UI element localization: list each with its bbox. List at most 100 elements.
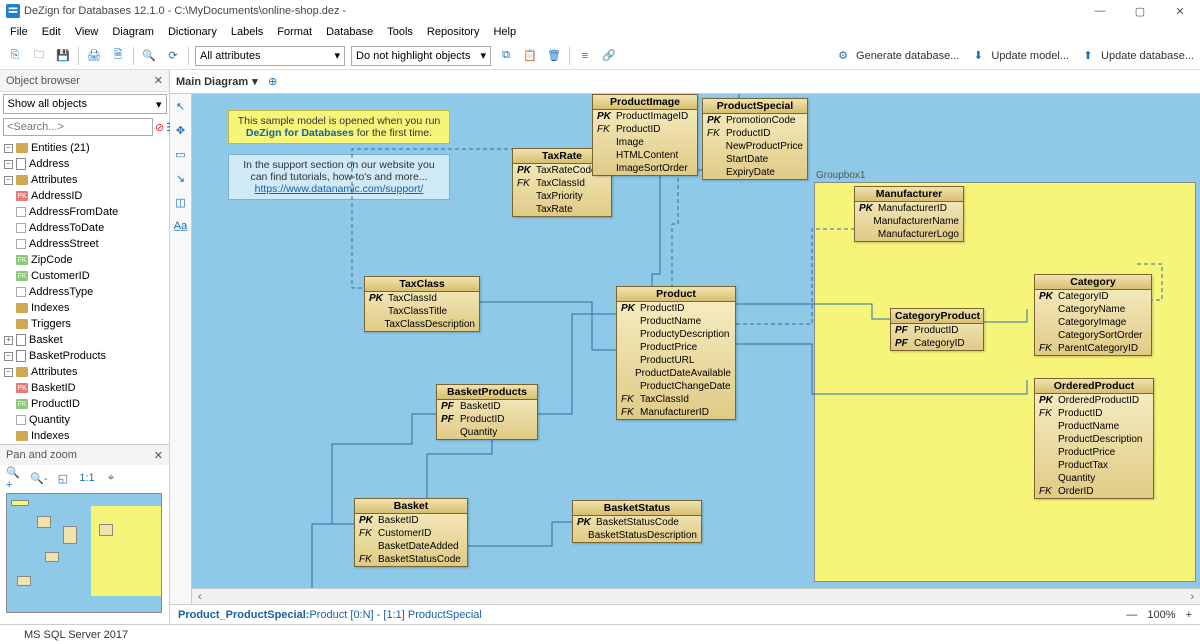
menu-edit[interactable]: Edit: [36, 24, 67, 40]
text-tool-icon[interactable]: A̲a̲: [173, 218, 189, 234]
update-model-button[interactable]: ⬇Update model...: [969, 47, 1069, 65]
maximize-button[interactable]: ▢: [1120, 0, 1160, 22]
chevron-down-icon: ▾: [334, 49, 340, 62]
search-icon[interactable]: 🔍: [140, 47, 158, 65]
tree-node[interactable]: −Entities (21): [0, 140, 169, 156]
tree-node[interactable]: Indexes: [0, 300, 169, 316]
attributes-combo[interactable]: All attributes▾: [195, 46, 345, 66]
scroll-left-icon[interactable]: ‹: [192, 591, 208, 603]
menu-diagram[interactable]: Diagram: [106, 24, 160, 40]
support-link[interactable]: https://www.datanamic.com/support/: [255, 183, 424, 195]
move-icon[interactable]: ✥: [173, 122, 189, 138]
tree-node[interactable]: FKCustomerID: [0, 268, 169, 284]
menu-help[interactable]: Help: [487, 24, 522, 40]
menu-view[interactable]: View: [69, 24, 105, 40]
tree-node[interactable]: PKBasketID: [0, 380, 169, 396]
tree-node[interactable]: PKAddressID: [0, 188, 169, 204]
menu-file[interactable]: File: [4, 24, 34, 40]
pointer-icon[interactable]: ↖: [173, 98, 189, 114]
add-tab-icon[interactable]: ⊕: [264, 73, 282, 91]
save-icon[interactable]: 💾: [54, 47, 72, 65]
zoom-100-icon[interactable]: 1:1: [78, 469, 96, 487]
menu-format[interactable]: Format: [271, 24, 318, 40]
tree-node[interactable]: −Attributes: [0, 172, 169, 188]
tree-node[interactable]: Quantity: [0, 412, 169, 428]
scroll-right-icon[interactable]: ›: [1184, 591, 1200, 603]
footer: MS SQL Server 2017: [0, 624, 1200, 644]
entity-taxclass[interactable]: TaxClassPKTaxClassId.TaxClassTitle.TaxCl…: [364, 276, 480, 332]
paste-icon[interactable]: 📋: [521, 47, 539, 65]
tree-node[interactable]: +Basket: [0, 332, 169, 348]
note-support[interactable]: In the support section on our website yo…: [228, 154, 450, 200]
tab-main-diagram[interactable]: Main Diagram▾: [176, 75, 258, 88]
print-icon[interactable]: 🖨: [85, 47, 103, 65]
entity-product[interactable]: ProductPKProductID.ProductName.ProductyD…: [616, 286, 736, 420]
tree-node[interactable]: AddressToDate: [0, 220, 169, 236]
entity-basketstatus[interactable]: BasketStatusPKBasketStatusCode.BasketSta…: [572, 500, 702, 543]
tree-node[interactable]: −Address: [0, 156, 169, 172]
link-icon[interactable]: 🔗: [600, 47, 618, 65]
note-sample[interactable]: This sample model is opened when you run…: [228, 110, 450, 144]
update-database-button[interactable]: ⬆Update database...: [1079, 47, 1194, 65]
tree-node[interactable]: −BasketProducts: [0, 348, 169, 364]
show-objects-combo[interactable]: Show all objects▾: [3, 94, 167, 114]
align-icon[interactable]: ≡: [576, 47, 594, 65]
diagram-canvas[interactable]: Groupbox1 This sample model is opened wh…: [192, 94, 1200, 582]
zoom-in-button[interactable]: +: [1186, 609, 1192, 621]
object-browser-header: Object browser ✕: [0, 70, 169, 92]
entity-categoryproduct[interactable]: CategoryProductPFProductIDPFCategoryID: [890, 308, 984, 351]
tree-node[interactable]: FKProductID: [0, 396, 169, 412]
zoom-in-icon[interactable]: 🔍+: [6, 469, 24, 487]
new-icon[interactable]: ⎘: [6, 47, 24, 65]
tree-node[interactable]: AddressType: [0, 284, 169, 300]
app-icon: [6, 4, 20, 18]
clear-search-icon[interactable]: ⊘: [155, 118, 164, 136]
copy-icon[interactable]: ⧉: [497, 47, 515, 65]
zoom-fit-icon[interactable]: ◱: [54, 469, 72, 487]
entity-category[interactable]: CategoryPKCategoryID.CategoryName.Catego…: [1034, 274, 1152, 356]
menu-database[interactable]: Database: [320, 24, 379, 40]
entity-tool-icon[interactable]: ▭: [173, 146, 189, 162]
menu-tools[interactable]: Tools: [381, 24, 419, 40]
delete-icon[interactable]: 🗑: [545, 47, 563, 65]
open-icon[interactable]: 🗀: [30, 47, 48, 65]
object-tree[interactable]: −Entities (21)−Address−AttributesPKAddre…: [0, 138, 169, 444]
window-title: DeZign for Databases 12.1.0 - C:\MyDocum…: [24, 5, 346, 17]
tree-node[interactable]: AddressStreet: [0, 236, 169, 252]
refresh-icon[interactable]: ⟳: [164, 47, 182, 65]
close-panel-icon[interactable]: ✕: [154, 74, 163, 87]
highlight-combo[interactable]: Do not highlight objects▾: [351, 46, 491, 66]
close-button[interactable]: ✕: [1160, 0, 1200, 22]
zoom-out-icon[interactable]: 🔍-: [30, 469, 48, 487]
tree-node[interactable]: Indexes: [0, 428, 169, 444]
generate-database-button[interactable]: ⚙Generate database...: [834, 47, 959, 65]
tree-node[interactable]: −Attributes: [0, 364, 169, 380]
entity-basket[interactable]: BasketPKBasketIDFKCustomerID.BasketDateA…: [354, 498, 468, 567]
close-panel-icon[interactable]: ✕: [154, 449, 163, 462]
tree-node[interactable]: Triggers: [0, 316, 169, 332]
relation-tool-icon[interactable]: ↘: [173, 170, 189, 186]
zoom-select-icon[interactable]: ⌖: [102, 469, 120, 487]
menu-dictionary[interactable]: Dictionary: [162, 24, 223, 40]
entity-orderedproduct[interactable]: OrderedProductPKOrderedProductIDFKProduc…: [1034, 378, 1154, 499]
minimize-button[interactable]: —: [1080, 0, 1120, 22]
note-tool-icon[interactable]: ◫: [173, 194, 189, 210]
status-relationship-detail: Product [0:N] - [1:1] ProductSpecial: [309, 609, 481, 621]
tree-node[interactable]: FKZipCode: [0, 252, 169, 268]
gear-icon: ⚙: [834, 47, 852, 65]
menu-repository[interactable]: Repository: [421, 24, 486, 40]
entity-basketproducts[interactable]: BasketProductsPFBasketIDPFProductID.Quan…: [436, 384, 538, 440]
search-input[interactable]: [3, 118, 153, 136]
groupbox-label: Groupbox1: [816, 170, 865, 181]
preview-icon[interactable]: 🗎: [109, 47, 127, 65]
download-icon: ⬇: [969, 47, 987, 65]
tree-node[interactable]: AddressFromDate: [0, 204, 169, 220]
chevron-down-icon: ▾: [252, 75, 258, 88]
entity-manufacturer[interactable]: ManufacturerPKManufacturerID.Manufacture…: [854, 186, 964, 242]
zoom-out-button[interactable]: —: [1126, 609, 1137, 621]
minimap[interactable]: [6, 493, 162, 613]
chevron-down-icon: ▾: [156, 98, 162, 111]
entity-productspecial[interactable]: ProductSpecialPKPromotionCodeFKProductID…: [702, 98, 808, 180]
entity-productimage[interactable]: ProductImagePKProductImageIDFKProductID.…: [592, 94, 698, 176]
menu-labels[interactable]: Labels: [225, 24, 269, 40]
